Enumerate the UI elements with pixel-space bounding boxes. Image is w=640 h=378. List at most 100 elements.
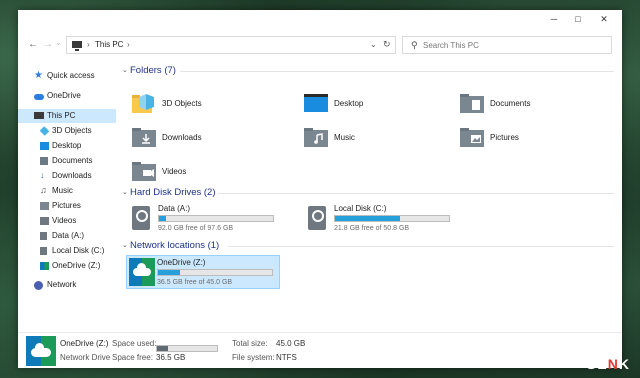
picture-icon — [40, 202, 49, 210]
details-space-free-label: Space free: — [112, 353, 153, 362]
sidebar-item-label: Quick access — [47, 71, 95, 80]
star-icon: ★ — [34, 70, 43, 81]
folder-tile-desktop[interactable]: Desktop — [304, 90, 454, 120]
documents-folder-icon — [460, 94, 484, 113]
folder-label: Pictures — [490, 133, 519, 142]
details-usage-bar — [156, 345, 218, 352]
sidebar-item-label: Downloads — [52, 171, 92, 180]
sidebar-item-onedrive[interactable]: OneDrive — [18, 89, 116, 103]
close-button[interactable]: ✕ — [592, 14, 616, 25]
drive-tile-onedrive-z[interactable]: OneDrive (Z:) 36.5 GB free of 45.0 GB — [126, 255, 280, 289]
search-icon: ⚲ — [411, 40, 418, 50]
path-separator[interactable]: › — [87, 40, 90, 49]
genk-watermark-logo: GENK — [585, 356, 630, 372]
details-total-size-label: Total size: — [232, 339, 268, 348]
drive-tile-local-disk-c[interactable]: Local Disk (C:) 21.8 GB free of 50.8 GB — [304, 202, 464, 236]
download-icon: ↓ — [40, 170, 45, 180]
sidebar-item-label: 3D Objects — [52, 126, 92, 135]
back-button[interactable]: ← — [28, 39, 38, 50]
section-title-folders[interactable]: Folders (7) — [130, 65, 176, 76]
sidebar-item-label: OneDrive (Z:) — [52, 261, 101, 270]
content-pane: ⌄ Folders (7) 3D Objects Desktop Documen… — [116, 62, 622, 330]
drive-icon — [40, 232, 47, 240]
section-divider — [218, 193, 614, 194]
details-file-system-value: NTFS — [276, 353, 297, 362]
onedrive-drive-icon — [129, 258, 155, 286]
drive-name: Local Disk (C:) — [334, 204, 387, 213]
details-total-size-value: 45.0 GB — [276, 339, 306, 348]
chevron-down-icon[interactable]: ⌄ — [122, 241, 128, 249]
chevron-down-icon[interactable]: ⌄ — [122, 66, 128, 74]
address-dropdown-button[interactable]: ⌄ — [370, 40, 377, 49]
folder-label: Music — [334, 133, 355, 142]
drive-usage-bar — [158, 215, 274, 222]
sidebar-item-documents[interactable]: Documents — [18, 154, 116, 168]
folder-label: Downloads — [162, 133, 202, 142]
music-folder-icon — [304, 128, 328, 147]
recent-locations-button[interactable]: ⌄ — [55, 38, 62, 47]
address-row: ← → ⌄ › This PC › ⌄ ↻ ⚲ — [18, 34, 622, 56]
folder-tile-pictures[interactable]: Pictures — [460, 124, 610, 154]
sidebar-item-this-pc[interactable]: This PC — [18, 109, 116, 123]
sidebar-item-quick-access[interactable]: ★ Quick access — [18, 69, 116, 83]
search-box[interactable]: ⚲ — [402, 36, 612, 54]
details-space-free-value: 36.5 GB — [156, 353, 186, 362]
search-input[interactable] — [423, 38, 603, 52]
sidebar-item-label: Data (A:) — [52, 231, 85, 240]
sidebar-item-data-a[interactable]: Data (A:) — [18, 229, 116, 243]
sidebar-item-pictures[interactable]: Pictures — [18, 199, 116, 213]
music-icon: ♫ — [40, 185, 47, 195]
sidebar-item-label: Network — [47, 280, 77, 289]
breadcrumb-this-pc[interactable]: This PC — [95, 40, 123, 49]
folder-tile-3d-objects[interactable]: 3D Objects — [132, 90, 282, 120]
drive-free-space: 36.5 GB free of 45.0 GB — [157, 279, 233, 286]
drive-name: OneDrive (Z:) — [157, 258, 206, 267]
forward-button[interactable]: → — [43, 39, 53, 50]
sidebar-item-desktop[interactable]: Desktop — [18, 139, 116, 153]
sidebar-item-local-disk-c[interactable]: Local Disk (C:) — [18, 244, 116, 258]
sidebar-item-onedrive-z[interactable]: OneDrive (Z:) — [18, 259, 116, 273]
drive-icon — [40, 247, 47, 255]
details-drive-name: OneDrive (Z:) — [60, 339, 109, 348]
cube-folder-icon — [132, 94, 154, 113]
sidebar-item-label: Documents — [52, 156, 93, 165]
hard-drive-icon — [308, 206, 326, 230]
drive-usage-fill — [158, 270, 180, 275]
sidebar-item-downloads[interactable]: ↓ Downloads — [18, 169, 116, 183]
refresh-button[interactable]: ↻ — [383, 39, 391, 50]
sidebar-item-3d-objects[interactable]: 3D Objects — [18, 124, 116, 138]
downloads-folder-icon — [132, 128, 156, 147]
sidebar-item-label: Desktop — [52, 141, 82, 150]
section-divider — [180, 71, 614, 72]
desktop-folder-icon — [304, 94, 328, 112]
sidebar-item-label: Videos — [52, 216, 77, 225]
folder-tile-music[interactable]: Music — [304, 124, 454, 154]
title-bar[interactable]: ─ □ ✕ — [18, 10, 622, 34]
drive-usage-fill — [159, 216, 166, 221]
section-divider — [228, 246, 614, 247]
folder-tile-videos[interactable]: Videos — [132, 158, 282, 188]
path-separator[interactable]: › — [127, 40, 130, 49]
folder-tile-documents[interactable]: Documents — [460, 90, 610, 120]
chevron-down-icon[interactable]: ⌄ — [122, 188, 128, 196]
sidebar-item-music[interactable]: ♫ Music — [18, 184, 116, 198]
sidebar-item-videos[interactable]: Videos — [18, 214, 116, 228]
maximize-button[interactable]: □ — [566, 14, 590, 24]
folder-tile-downloads[interactable]: Downloads — [132, 124, 282, 154]
document-icon — [40, 157, 48, 165]
minimize-button[interactable]: ─ — [542, 14, 566, 24]
drive-tile-data-a[interactable]: Data (A:) 92.0 GB free of 97.6 GB — [128, 202, 288, 236]
sidebar-item-network[interactable]: Network — [18, 278, 116, 292]
video-icon — [40, 217, 49, 225]
folder-label: Desktop — [334, 99, 364, 108]
section-title-hard-disk-drives[interactable]: Hard Disk Drives (2) — [130, 187, 216, 198]
sidebar-item-label: This PC — [47, 111, 76, 120]
onedrive-drive-icon — [26, 336, 56, 366]
details-pane: OneDrive (Z:) Network Drive Space used: … — [18, 332, 622, 368]
details-drive-type: Network Drive — [60, 353, 111, 362]
folder-label: Documents — [490, 99, 531, 108]
cube-icon — [39, 126, 50, 136]
section-title-network-locations[interactable]: Network locations (1) — [130, 240, 219, 251]
drive-free-space: 21.8 GB free of 50.8 GB — [334, 225, 410, 232]
address-bar[interactable]: › This PC › ⌄ ↻ — [66, 36, 396, 54]
